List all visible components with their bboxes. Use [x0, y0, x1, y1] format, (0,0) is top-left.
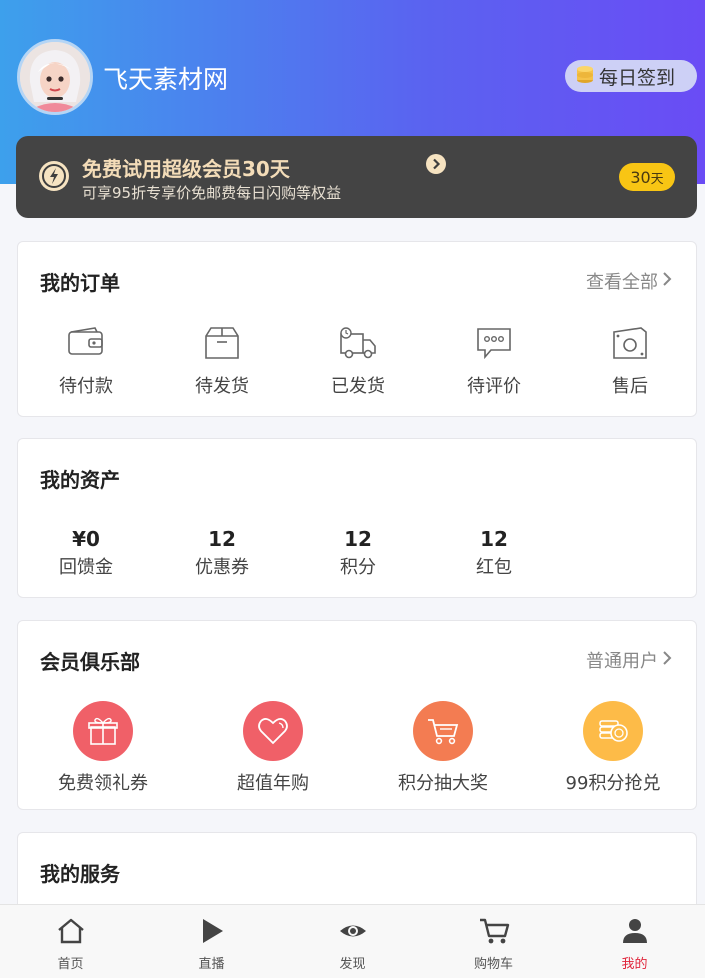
order-status-label: 售后 — [612, 376, 648, 397]
avatar[interactable] — [17, 39, 93, 115]
vip-trial-banner[interactable]: 免费试用超级会员30天 可享95折专享价免邮费每日闪购等权益 30 天 — [16, 136, 697, 218]
member-level-label: 普通用户 — [586, 651, 658, 672]
eye-icon — [338, 917, 368, 949]
daily-checkin-button[interactable]: 每日签到 — [565, 60, 697, 92]
user-icon — [620, 917, 650, 949]
member-club-card: 会员俱乐部 普通用户 免费领礼券 超值年购 积分抽大奖 99积分抢兑 — [17, 620, 697, 810]
member-level-link[interactable]: 普通用户 — [586, 647, 672, 673]
club-annual-deal[interactable]: 超值年购 — [188, 701, 358, 795]
asset-label: 积分 — [340, 557, 376, 578]
asset-value: ¥0 — [72, 527, 100, 551]
tab-profile[interactable]: 我的 — [564, 905, 705, 978]
club-item-label: 免费领礼券 — [58, 773, 148, 794]
tab-label: 首页 — [57, 957, 84, 972]
order-status-label: 已发货 — [331, 376, 385, 397]
club-points-redeem[interactable]: 99积分抢兑 — [528, 701, 698, 795]
view-all-orders-link[interactable]: 查看全部 — [586, 268, 672, 294]
view-all-label: 查看全部 — [586, 272, 658, 293]
order-status-label: 待发货 — [195, 376, 249, 397]
order-after-sales[interactable]: 售后 — [562, 326, 698, 398]
order-pending-payment[interactable]: 待付款 — [18, 326, 154, 398]
asset-value: 12 — [344, 527, 372, 551]
asset-label: 优惠券 — [195, 557, 249, 578]
club-item-label: 超值年购 — [237, 773, 309, 794]
club-points-lottery[interactable]: 积分抽大奖 — [358, 701, 528, 795]
home-icon — [56, 917, 86, 949]
asset-label: 回馈金 — [59, 557, 113, 578]
vip-subtitle: 可享95折专享价免邮费每日闪购等权益 — [82, 184, 342, 202]
coins-icon — [574, 63, 599, 90]
tab-home[interactable]: 首页 — [0, 905, 141, 978]
asset-points[interactable]: 12 积分 — [290, 527, 426, 579]
trial-days-badge: 30 天 — [619, 163, 675, 191]
order-shipped[interactable]: 已发货 — [290, 326, 426, 398]
orders-title: 我的订单 — [40, 271, 120, 295]
order-to-review[interactable]: 待评价 — [426, 326, 562, 398]
order-status-label: 待评价 — [467, 376, 521, 397]
site-name: 飞天素材网 — [103, 65, 229, 94]
cart-icon — [478, 917, 510, 949]
tab-discover[interactable]: 发现 — [282, 905, 423, 978]
asset-value: 12 — [480, 527, 508, 551]
comment-icon — [475, 326, 513, 364]
club-free-coupons[interactable]: 免费领礼券 — [18, 701, 188, 795]
coins-icon — [583, 701, 643, 761]
order-to-ship[interactable]: 待发货 — [154, 326, 290, 398]
refund-icon — [611, 326, 649, 364]
days-unit: 天 — [650, 171, 664, 187]
heart-icon — [243, 701, 303, 761]
lightning-icon — [38, 160, 70, 196]
tab-cart[interactable]: 购物车 — [423, 905, 564, 978]
assets-card: 我的资产 ¥0 回馈金 12 优惠券 12 积分 12 红包 — [17, 438, 697, 598]
assets-title: 我的资产 — [40, 468, 120, 492]
asset-cashback[interactable]: ¥0 回馈金 — [18, 527, 154, 579]
asset-label: 红包 — [476, 557, 512, 578]
vip-title: 免费试用超级会员30天 — [82, 157, 290, 181]
tab-label: 直播 — [198, 957, 225, 972]
services-title: 我的服务 — [40, 862, 120, 886]
wallet-icon — [67, 326, 105, 364]
chevron-right-icon — [658, 650, 672, 671]
asset-coupons[interactable]: 12 优惠券 — [154, 527, 290, 579]
tab-live[interactable]: 直播 — [141, 905, 282, 978]
asset-value: 12 — [208, 527, 236, 551]
order-status-label: 待付款 — [59, 376, 113, 397]
bottom-tab-bar: 首页 直播 发现 购物车 我的 — [0, 904, 705, 978]
chevron-right-icon — [426, 154, 446, 178]
orders-card: 我的订单 查看全部 待付款 待发货 已发货 待评价 售后 — [17, 241, 697, 417]
club-item-label: 99积分抢兑 — [565, 773, 661, 794]
tab-label: 我的 — [621, 957, 648, 972]
checkin-label: 每日签到 — [599, 66, 676, 89]
asset-red-packets[interactable]: 12 红包 — [426, 527, 562, 579]
play-icon — [197, 917, 227, 949]
tab-label: 发现 — [339, 957, 366, 972]
truck-icon — [338, 326, 378, 364]
days-number: 30 — [630, 167, 651, 187]
club-title: 会员俱乐部 — [40, 650, 140, 674]
box-icon — [203, 326, 241, 364]
club-item-label: 积分抽大奖 — [398, 773, 488, 794]
gift-icon — [73, 701, 133, 761]
cart-icon — [413, 701, 473, 761]
tab-label: 购物车 — [473, 957, 513, 972]
chevron-right-icon — [658, 271, 672, 292]
